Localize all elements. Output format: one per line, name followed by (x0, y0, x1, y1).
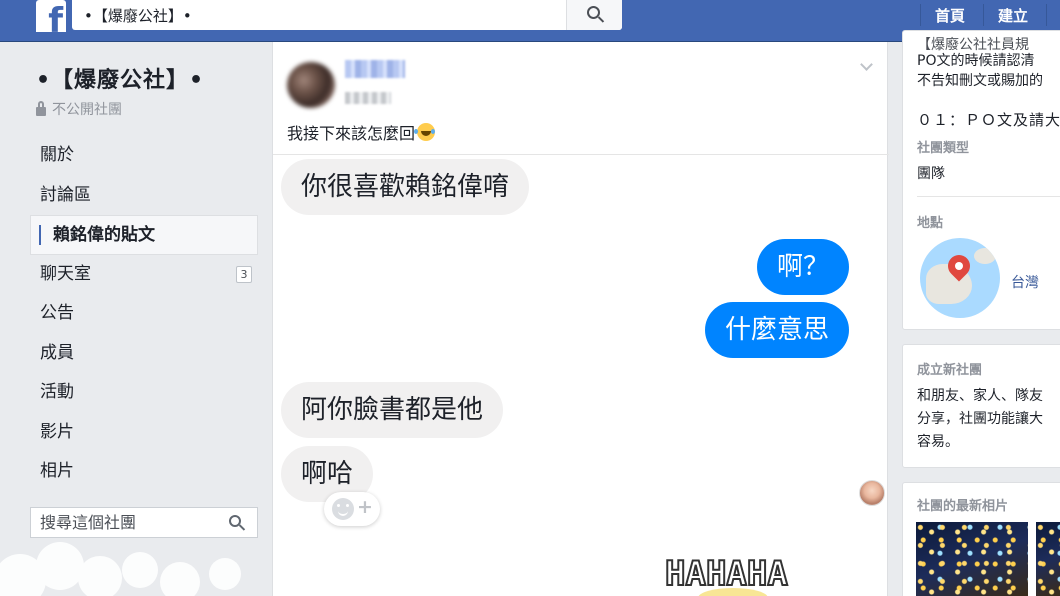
create-group-text-line: 和朋友、家人、隊友 (917, 388, 1043, 404)
post-card: 我接下來該怎麼回 你很喜歡賴銘偉唷 啊？ 什麼意思 阿你臉書都是他 啊哈 + H… (272, 42, 889, 596)
group-privacy: 不公開社團 (36, 99, 122, 119)
facebook-logo-icon[interactable]: f (36, 0, 66, 32)
message-bubble-sent: 啊？ (756, 239, 849, 295)
message-bubble-sent: 什麼意思 (704, 302, 849, 358)
smiley-icon (332, 498, 354, 520)
nav-home-link[interactable]: 首頁 (935, 5, 965, 26)
nav-item-about[interactable]: 關於 (30, 136, 258, 176)
search-icon (587, 6, 600, 19)
group-search-box[interactable] (30, 507, 258, 538)
nav-divider (920, 4, 921, 26)
group-rule-line: ０１：ＰＯ文及請大 (917, 111, 1060, 129)
group-search-input[interactable] (31, 508, 211, 537)
divider (273, 154, 889, 155)
nav-divider (983, 4, 984, 26)
group-type-value: 團隊 (917, 166, 945, 182)
global-search-input[interactable]: •【爆廢公社】• (84, 5, 192, 26)
author-name-blurred[interactable] (345, 60, 405, 78)
plus-icon: + (357, 496, 373, 518)
nav-item-discussion[interactable]: 討論區 (30, 176, 258, 216)
group-nav: 關於 討論區 賴銘偉的貼文 聊天室 3 公告 成員 活動 影片 相片 (30, 136, 258, 492)
cloud-decoration (0, 542, 241, 596)
group-name[interactable]: •【爆廢公社】• (36, 62, 204, 94)
nav-item-members[interactable]: 成員 (30, 334, 258, 374)
post-text: 我接下來該怎麼回 (287, 120, 436, 144)
nav-item-events[interactable]: 活動 (30, 373, 258, 413)
divider (917, 196, 1060, 197)
top-bar: f •【爆廢公社】• 首頁 建立 (0, 0, 1060, 42)
post-text-content: 我接下來該怎麼回 (287, 124, 416, 143)
chevron-down-icon[interactable] (860, 58, 873, 71)
nav-item-announcements[interactable]: 公告 (30, 294, 258, 334)
nav-item-chat[interactable]: 聊天室 3 (30, 255, 258, 295)
map-land (974, 248, 996, 264)
message-bubble-received: 你很喜歡賴銘偉唷 (281, 159, 530, 215)
group-type-label: 社團類型 (917, 141, 970, 156)
chat-count-badge: 3 (236, 265, 252, 283)
group-description-line: 不告知刪文或賜加的 (917, 73, 1043, 89)
about-card: 【爆廢公社社員規 PO文的時候請認清 不告知刪文或賜加的 ０１：ＰＯ文及請大 社… (902, 30, 1060, 330)
laughing-emoji-icon (414, 123, 436, 141)
author-avatar-blurred[interactable] (287, 62, 335, 108)
create-group-card: 成立新社團 和朋友、家人、隊友 分享，社團功能讓大 容易。 (902, 344, 1060, 468)
global-search-button[interactable] (566, 0, 622, 30)
post-timestamp-blurred[interactable] (345, 92, 391, 104)
seen-avatar (859, 480, 885, 506)
create-group-text-line: 容易。 (917, 434, 959, 450)
message-bubble-received: 阿你臉書都是他 (281, 382, 504, 438)
global-search-box[interactable]: •【爆廢公社】• (72, 0, 622, 30)
recent-photos-heading: 社團的最新相片 (917, 499, 1009, 514)
group-privacy-label: 不公開社團 (52, 102, 122, 118)
nav-item-member-posts[interactable]: 賴銘偉的貼文 (30, 215, 258, 255)
location-label: 地點 (917, 216, 944, 231)
group-photo-thumbnail[interactable] (1036, 522, 1060, 596)
nav-item-photos[interactable]: 相片 (30, 452, 258, 492)
location-map[interactable] (920, 238, 1000, 318)
search-icon[interactable] (229, 515, 241, 527)
haha-sticker: HAHAHA (664, 553, 789, 595)
location-link[interactable]: 台灣 (1011, 274, 1039, 292)
lock-icon (36, 100, 46, 116)
nav-create-link[interactable]: 建立 (998, 5, 1028, 26)
add-reaction-button: + (324, 492, 380, 526)
nav-item-videos[interactable]: 影片 (30, 413, 258, 453)
create-group-text-line: 分享，社團功能讓大 (917, 411, 1043, 427)
group-description-line: PO文的時候請認清 (917, 53, 1035, 69)
create-group-heading[interactable]: 成立新社團 (917, 359, 982, 378)
nav-divider (1046, 4, 1047, 26)
group-photo-thumbnail[interactable] (916, 522, 1028, 596)
